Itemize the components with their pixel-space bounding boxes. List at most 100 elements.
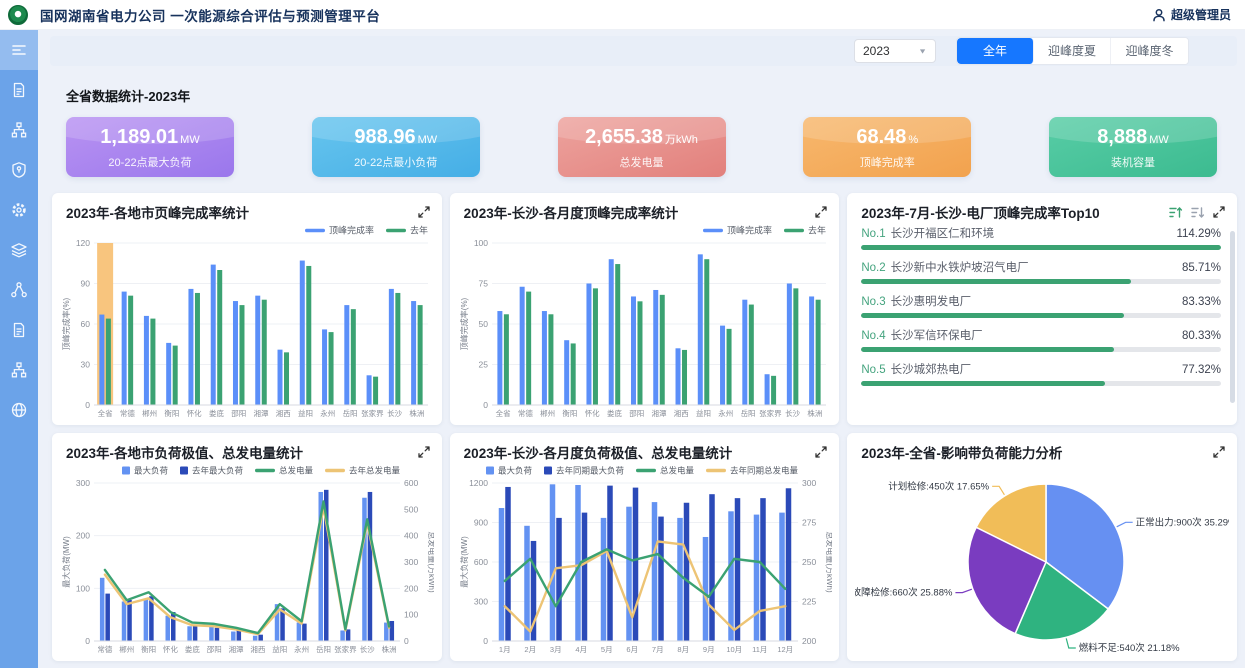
svg-text:最大负荷(MW): 最大负荷(MW)	[459, 536, 469, 588]
expand-icon[interactable]	[418, 206, 430, 218]
expand-icon[interactable]	[815, 446, 827, 458]
sort-desc-icon[interactable]	[1191, 206, 1205, 219]
progress-fill	[861, 347, 1114, 352]
svg-text:300: 300	[802, 478, 816, 488]
sidebar-item-report[interactable]	[0, 70, 38, 110]
svg-text:衡阳: 衡阳	[562, 408, 577, 418]
svg-text:30: 30	[81, 360, 91, 370]
progress-fill	[861, 279, 1131, 284]
sidebar-item-security[interactable]	[0, 150, 38, 190]
sidebar-item-settings[interactable]	[0, 190, 38, 230]
svg-text:200: 200	[404, 583, 418, 593]
svg-text:9月: 9月	[703, 645, 715, 654]
svg-text:11月: 11月	[752, 645, 767, 654]
svg-text:顶峰完成率(%): 顶峰完成率(%)	[459, 297, 469, 350]
expand-icon[interactable]	[815, 206, 827, 218]
svg-text:最大负荷: 最大负荷	[134, 466, 169, 476]
svg-text:娄底: 娄底	[185, 644, 200, 654]
sidebar-item-global[interactable]	[0, 390, 38, 430]
svg-text:益阳: 益阳	[298, 408, 313, 418]
kpi-value: 988.96	[354, 126, 415, 148]
svg-text:0: 0	[85, 400, 90, 410]
sidebar-item-structure[interactable]	[0, 110, 38, 150]
svg-text:株洲: 株洲	[409, 408, 424, 418]
svg-text:7月: 7月	[652, 645, 664, 654]
period-button-all-year[interactable]: 全年	[957, 38, 1034, 64]
layers-icon	[10, 241, 28, 259]
sidebar-item-layers[interactable]	[0, 230, 38, 270]
kpi-unit: MW	[180, 134, 200, 146]
svg-text:张家界: 张家界	[361, 408, 384, 418]
document-icon	[10, 321, 28, 339]
svg-text:75: 75	[478, 279, 488, 289]
period-button-summer-peak[interactable]: 迎峰度夏	[1034, 38, 1111, 64]
svg-text:正常出力:900次 35.29%: 正常出力:900次 35.29%	[1136, 516, 1229, 528]
period-button-winter-peak[interactable]: 迎峰度冬	[1111, 38, 1188, 64]
expand-icon[interactable]	[418, 446, 430, 458]
svg-text:怀化: 怀化	[187, 408, 202, 418]
chart-title: 2023年-7月-长沙-电厂顶峰完成率Top10	[861, 202, 1099, 222]
sidebar-item-docs[interactable]	[0, 310, 38, 350]
user-menu[interactable]: 超级管理员	[1152, 6, 1231, 23]
svg-text:岳阳: 岳阳	[343, 408, 358, 418]
svg-text:永州: 永州	[718, 408, 733, 418]
svg-text:50: 50	[478, 319, 488, 329]
sidebar-item-share[interactable]	[0, 270, 38, 310]
completion-value: 77.32%	[1182, 364, 1221, 376]
svg-text:湘潭: 湘潭	[254, 409, 269, 418]
charts-row-1: 2023年-各地市页峰完成率统计 0306090120全省常德郴州衡阳怀化娄底邵…	[52, 193, 1237, 425]
svg-text:60: 60	[81, 319, 91, 329]
svg-text:12月: 12月	[777, 645, 793, 654]
gear-icon	[10, 201, 28, 219]
svg-text:邵阳: 邵阳	[207, 645, 222, 654]
svg-text:长沙: 长沙	[387, 408, 402, 418]
kpi-value: 8,888	[1097, 126, 1147, 148]
progress-track	[861, 279, 1221, 284]
svg-text:225: 225	[802, 597, 816, 607]
svg-text:最大负荷: 最大负荷	[498, 466, 533, 476]
svg-text:怀化: 怀化	[163, 644, 178, 654]
svg-text:0: 0	[404, 636, 409, 646]
completion-value: 83.33%	[1182, 296, 1221, 308]
progress-fill	[861, 245, 1221, 250]
kpi-card-max-load: 1,189.01MW 20-22点最大负荷	[66, 117, 234, 177]
scrollbar[interactable]	[1230, 231, 1235, 403]
kpi-value: 68.48	[856, 126, 906, 148]
svg-text:计划检修:450次 17.65%: 计划检修:450次 17.65%	[889, 480, 990, 492]
svg-text:郴州: 郴州	[540, 409, 555, 418]
rank-label: No.4	[861, 330, 885, 342]
svg-text:娄底: 娄底	[209, 408, 224, 418]
sort-asc-icon[interactable]	[1169, 206, 1183, 219]
period-segmented-control: 全年 迎峰度夏 迎峰度冬	[956, 37, 1189, 65]
sidebar-item-topology[interactable]	[0, 350, 38, 390]
year-select[interactable]: 2023 ▼	[854, 39, 936, 63]
filter-toolbar: 2023 ▼ 全年 迎峰度夏 迎峰度冬	[50, 36, 1237, 66]
rank-label: No.2	[861, 262, 885, 274]
sidebar-item-menu[interactable]	[0, 30, 38, 70]
svg-text:张家界: 张家界	[334, 644, 357, 654]
app-header: 国网湖南省电力公司 一次能源综合评估与预测管理平台 超级管理员	[0, 0, 1245, 30]
expand-icon[interactable]	[1213, 206, 1225, 218]
document-icon	[10, 81, 28, 99]
svg-text:10月: 10月	[726, 645, 742, 654]
svg-text:全省: 全省	[98, 408, 113, 418]
kpi-label: 顶峰完成率	[803, 154, 971, 170]
svg-text:600: 600	[404, 478, 418, 488]
progress-track	[861, 381, 1221, 386]
menu-icon	[10, 41, 28, 59]
svg-text:湘潭: 湘潭	[229, 645, 244, 654]
svg-text:怀化: 怀化	[584, 408, 599, 418]
year-select-value: 2023	[863, 44, 890, 58]
expand-icon[interactable]	[1213, 446, 1225, 458]
charts-row-2: 2023年-各地市负荷极值、总发电量统计 0100200300010020030…	[52, 433, 1237, 661]
plant-name: 长沙军信环保电厂	[891, 327, 983, 343]
progress-track	[861, 347, 1221, 352]
svg-text:邵阳: 邵阳	[231, 409, 246, 418]
svg-text:益阳: 益阳	[696, 408, 711, 418]
svg-text:500: 500	[404, 504, 418, 514]
svg-text:岳阳: 岳阳	[316, 644, 331, 654]
chart-card-city-peak: 2023年-各地市页峰完成率统计 0306090120全省常德郴州衡阳怀化娄底邵…	[52, 193, 442, 425]
svg-text:长沙: 长沙	[785, 408, 801, 418]
progress-fill	[861, 313, 1123, 318]
svg-text:常德: 常德	[120, 408, 135, 418]
